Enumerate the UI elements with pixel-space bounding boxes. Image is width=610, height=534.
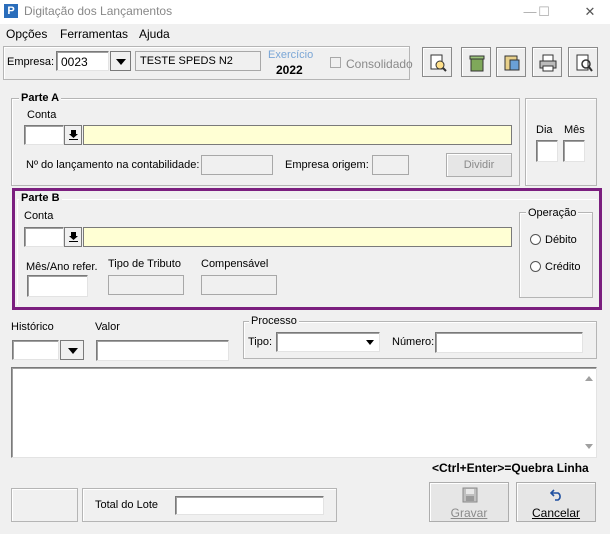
parte-b-descricao-field[interactable] xyxy=(83,227,512,247)
consolidado-checkbox[interactable] xyxy=(330,57,341,68)
parte-b-conta-lookup-button[interactable] xyxy=(64,227,82,247)
cancelar-label: Cancelar xyxy=(531,506,581,520)
consolidado-label: Consolidado xyxy=(346,57,413,71)
empresa-label: Empresa: xyxy=(7,56,55,68)
batch-button[interactable] xyxy=(496,47,526,77)
app-icon: P xyxy=(4,4,18,18)
historico-label: Histórico xyxy=(11,321,54,333)
processo-tipo-label: Tipo: xyxy=(248,336,273,348)
empresa-origem-field xyxy=(372,155,409,175)
empresa-code-field[interactable]: 0023 xyxy=(56,51,109,71)
empresa-origem-label: Empresa origem: xyxy=(285,159,369,171)
parte-b-conta-label: Conta xyxy=(24,210,54,222)
processo-numero-label: Número: xyxy=(392,336,435,348)
parte-b-group xyxy=(16,198,598,306)
maximize-button[interactable]: ☐ xyxy=(529,3,559,21)
total-lote-label: Total do Lote xyxy=(95,499,158,511)
parte-a-conta-label: Conta xyxy=(27,109,57,121)
menu-ferramentas[interactable]: Ferramentas xyxy=(60,27,128,41)
download-arrow-icon xyxy=(69,130,78,140)
mes-field[interactable] xyxy=(563,140,585,162)
valor-field[interactable] xyxy=(96,340,229,361)
menu-ajuda[interactable]: Ajuda xyxy=(139,27,170,41)
mes-ano-label: Mês/Ano refer. xyxy=(26,261,98,273)
parte-a-descricao-field[interactable] xyxy=(83,125,512,145)
chevron-down-icon xyxy=(68,348,78,354)
numero-lancamento-label: Nº do lançamento na contabilidade: xyxy=(26,159,200,171)
numero-lancamento-field xyxy=(201,155,273,175)
debito-label: Débito xyxy=(545,234,577,246)
historico-dropdown-button[interactable] xyxy=(60,340,84,360)
tipo-tributo-label: Tipo de Tributo xyxy=(108,258,181,270)
printer-icon xyxy=(539,54,557,72)
exercicio-label: Exercício xyxy=(268,49,314,61)
empresa-dropdown-button[interactable] xyxy=(110,51,131,71)
close-button[interactable]: ✕ xyxy=(575,3,605,21)
historico-memo[interactable] xyxy=(11,367,597,458)
compensavel-field xyxy=(201,275,277,295)
parte-b-conta-field[interactable] xyxy=(24,227,64,247)
mes-label: Mês xyxy=(564,124,585,136)
processo-legend: Processo xyxy=(249,315,299,327)
parte-a-conta-lookup-button[interactable] xyxy=(64,125,82,145)
dividir-button[interactable]: Dividir xyxy=(446,153,512,177)
parte-b-legend: Parte B xyxy=(19,192,62,204)
chevron-down-icon xyxy=(116,59,126,65)
operacao-group xyxy=(519,212,593,298)
scroll-down-icon xyxy=(585,444,593,449)
dia-label: Dia xyxy=(536,124,553,136)
mes-ano-field[interactable] xyxy=(27,275,88,297)
total-lote-field xyxy=(175,496,324,515)
trash-icon xyxy=(469,55,485,72)
search-document-button[interactable] xyxy=(422,47,452,77)
empresa-name-field: TESTE SPEDS N2 xyxy=(135,51,261,71)
save-icon xyxy=(462,487,478,503)
operacao-legend: Operação xyxy=(526,207,579,219)
print-button[interactable] xyxy=(532,47,562,77)
search-document-icon xyxy=(430,54,447,72)
print-preview-icon xyxy=(576,54,593,72)
dia-field[interactable] xyxy=(536,140,558,162)
cancelar-button[interactable]: Cancelar xyxy=(516,482,596,522)
parte-a-conta-field[interactable] xyxy=(24,125,64,145)
processo-tipo-select[interactable] xyxy=(276,332,380,352)
exercicio-value: 2022 xyxy=(276,63,303,77)
credito-radio[interactable] xyxy=(530,261,541,272)
download-arrow-icon xyxy=(69,232,78,242)
gravar-button[interactable]: Gravar xyxy=(429,482,509,522)
tipo-tributo-field xyxy=(108,275,184,295)
print-preview-button[interactable] xyxy=(568,47,598,77)
undo-icon xyxy=(550,489,561,501)
scroll-up-icon xyxy=(585,376,593,381)
credito-label: Crédito xyxy=(545,261,581,273)
gravar-label: Gravar xyxy=(450,506,488,520)
menu-opcoes[interactable]: Opções xyxy=(6,27,47,41)
shortcut-hint: <Ctrl+Enter>=Quebra Linha xyxy=(432,461,589,475)
delete-button[interactable] xyxy=(461,47,491,77)
processo-numero-field[interactable] xyxy=(435,332,583,353)
chevron-down-icon xyxy=(366,340,374,345)
batch-icon xyxy=(504,55,520,71)
valor-label: Valor xyxy=(95,321,120,333)
debito-radio[interactable] xyxy=(530,234,541,245)
compensavel-label: Compensável xyxy=(201,258,269,270)
status-panel xyxy=(11,488,78,522)
parte-a-legend: Parte A xyxy=(19,92,62,104)
historico-field[interactable] xyxy=(12,340,59,360)
window-title: Digitação dos Lançamentos xyxy=(24,4,173,18)
